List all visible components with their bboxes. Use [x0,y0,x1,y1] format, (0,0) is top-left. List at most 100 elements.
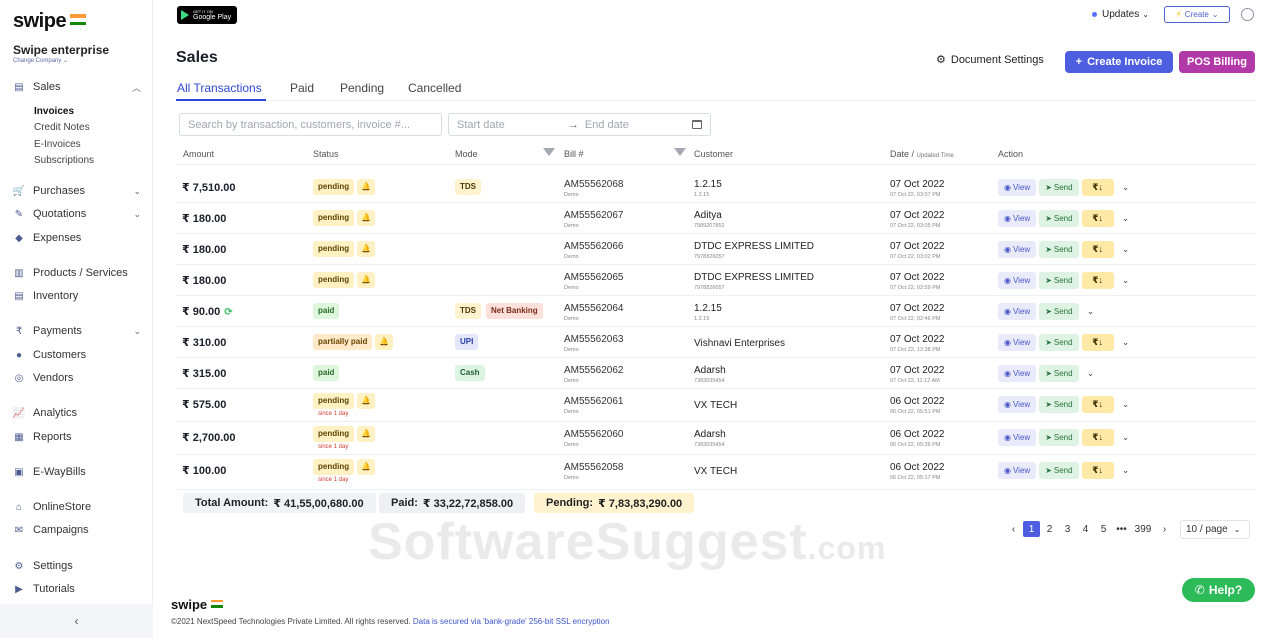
more-options-chevron-icon[interactable]: ⌄ [1120,334,1132,351]
sidebar-subitem-credit-notes[interactable]: Credit Notes [34,122,90,133]
sidebar-item-tutorials[interactable]: ▶ Tutorials [13,580,141,598]
view-button[interactable]: ◉ View [998,272,1037,289]
bill-number[interactable]: AM55562064 [564,303,624,314]
bill-number[interactable]: AM55562063 [564,334,624,345]
tab-pending[interactable]: Pending [340,81,384,95]
record-payment-button[interactable]: ₹↓ [1081,462,1114,479]
send-button[interactable]: ➤ Send [1039,272,1079,289]
more-options-chevron-icon[interactable]: ⌄ [1120,429,1132,446]
tab-cancelled[interactable]: Cancelled [408,81,461,95]
bill-number[interactable]: AM55562067 [564,210,624,221]
bill-number[interactable]: AM55562065 [564,272,624,283]
send-button[interactable]: ➤ Send [1039,210,1079,227]
view-button[interactable]: ◉ View [998,334,1037,351]
send-button[interactable]: ➤ Send [1039,462,1079,479]
sidebar-item-campaigns[interactable]: ✉ Campaigns [13,521,141,539]
sidebar-item-settings[interactable]: ⚙ Settings [13,557,141,575]
help-button[interactable]: ✆ Help? [1182,578,1255,602]
more-options-chevron-icon[interactable]: ⌄ [1120,241,1132,258]
start-date-field[interactable]: Start date [457,119,505,131]
prev-page-button[interactable]: ‹ [1005,521,1022,537]
bell-icon[interactable]: 🔔 [357,272,376,288]
view-button[interactable]: ◉ View [998,365,1037,382]
more-options-chevron-icon[interactable]: ⌄ [1120,210,1132,227]
customer-name[interactable]: Adarsh [694,429,726,440]
customer-name[interactable]: Adarsh [694,365,726,376]
create-dropdown-button[interactable]: ⚡ Create ⌄ [1164,6,1230,23]
page-button-399[interactable]: 399 [1131,521,1155,537]
page-button-2[interactable]: 2 [1041,521,1058,537]
sidebar-item-onlinestore[interactable]: ⌂ OnlineStore [13,498,141,516]
record-payment-button[interactable]: ₹↓ [1081,210,1114,227]
tab-all-transactions[interactable]: All Transactions [177,81,262,95]
sidebar-item-customers[interactable]: ● Customers [13,346,141,364]
brand-logo[interactable]: swipe [13,10,87,33]
change-company-link[interactable]: Change Company ⌄ [13,57,68,64]
sidebar-subitem-subscriptions[interactable]: Subscriptions [34,155,94,166]
sidebar-item-e-waybills[interactable]: ▣ E-WayBills [13,463,141,481]
customer-name[interactable]: 1.2.15 [694,179,722,190]
record-payment-button[interactable]: ₹↓ [1081,179,1114,196]
more-options-chevron-icon[interactable]: ⌄ [1120,179,1132,196]
bell-icon[interactable]: 🔔 [357,393,376,409]
view-button[interactable]: ◉ View [998,210,1037,227]
bell-icon[interactable]: 🔔 [375,334,394,350]
sidebar-subitem-e-invoices[interactable]: E-Invoices [34,139,81,150]
sidebar-subitem-invoices[interactable]: Invoices [34,106,74,117]
sidebar-item-analytics[interactable]: 📈 Analytics [13,404,141,422]
sidebar-item-products-services[interactable]: ▥ Products / Services [13,264,141,282]
bell-icon[interactable]: 🔔 [357,426,376,442]
record-payment-button[interactable]: ₹↓ [1081,241,1114,258]
customer-name[interactable]: VX TECH [694,400,737,411]
date-range-picker[interactable]: Start date → End date [448,113,711,136]
customer-name[interactable]: VX TECH [694,466,737,477]
page-button-1[interactable]: 1 [1023,521,1040,537]
filter-icon[interactable] [543,148,555,156]
sidebar-item-vendors[interactable]: ◎ Vendors [13,369,141,387]
view-button[interactable]: ◉ View [998,396,1037,413]
sidebar-item-purchases[interactable]: 🛒 Purchases ⌄ [13,182,141,200]
view-button[interactable]: ◉ View [998,462,1037,479]
sidebar-item-sales[interactable]: ▤ Sales ︿ [13,78,141,96]
bill-number[interactable]: AM55562068 [564,179,624,190]
bell-icon[interactable]: 🔔 [357,241,376,257]
document-settings-button[interactable]: ⚙ Document Settings [936,53,1044,67]
view-button[interactable]: ◉ View [998,179,1037,196]
more-options-chevron-icon[interactable]: ⌄ [1120,462,1132,479]
page-button-3[interactable]: 3 [1059,521,1076,537]
more-options-chevron-icon[interactable]: ⌄ [1085,365,1097,382]
more-options-chevron-icon[interactable]: ⌄ [1085,303,1097,320]
bill-number[interactable]: AM55562066 [564,241,624,252]
bill-number[interactable]: AM55562058 [564,462,624,473]
bell-icon[interactable]: 🔔 [357,210,376,226]
sidebar-item-inventory[interactable]: ▤ Inventory [13,287,141,305]
end-date-field[interactable]: End date [585,119,629,131]
filter-icon[interactable] [674,148,686,156]
bell-icon[interactable]: 🔔 [357,459,376,475]
updates-menu[interactable]: Updates ⌄ [1092,9,1149,20]
search-input[interactable] [179,113,442,136]
more-options-chevron-icon[interactable]: ⌄ [1120,272,1132,289]
view-button[interactable]: ◉ View [998,429,1037,446]
send-button[interactable]: ➤ Send [1039,365,1079,382]
customer-name[interactable]: Vishnavi Enterprises [694,338,785,349]
record-payment-button[interactable]: ₹↓ [1081,334,1114,351]
page-button-4[interactable]: 4 [1077,521,1094,537]
google-play-badge[interactable]: GET IT ON Google Play [177,6,237,24]
pagination-ellipsis[interactable]: ••• [1113,521,1130,537]
create-invoice-button[interactable]: + Create Invoice [1065,51,1173,73]
pos-billing-button[interactable]: POS Billing [1179,51,1255,73]
page-button-5[interactable]: 5 [1095,521,1112,537]
next-page-button[interactable]: › [1156,521,1173,537]
send-button[interactable]: ➤ Send [1039,429,1079,446]
view-button[interactable]: ◉ View [998,241,1037,258]
tab-paid[interactable]: Paid [290,81,314,95]
sidebar-item-expenses[interactable]: ◆ Expenses [13,229,141,247]
send-button[interactable]: ➤ Send [1039,303,1079,320]
record-payment-button[interactable]: ₹↓ [1081,396,1114,413]
send-button[interactable]: ➤ Send [1039,179,1079,196]
bill-number[interactable]: AM55562062 [564,365,624,376]
view-button[interactable]: ◉ View [998,303,1037,320]
customer-name[interactable]: 1.2.15 [694,303,722,314]
more-options-chevron-icon[interactable]: ⌄ [1120,396,1132,413]
